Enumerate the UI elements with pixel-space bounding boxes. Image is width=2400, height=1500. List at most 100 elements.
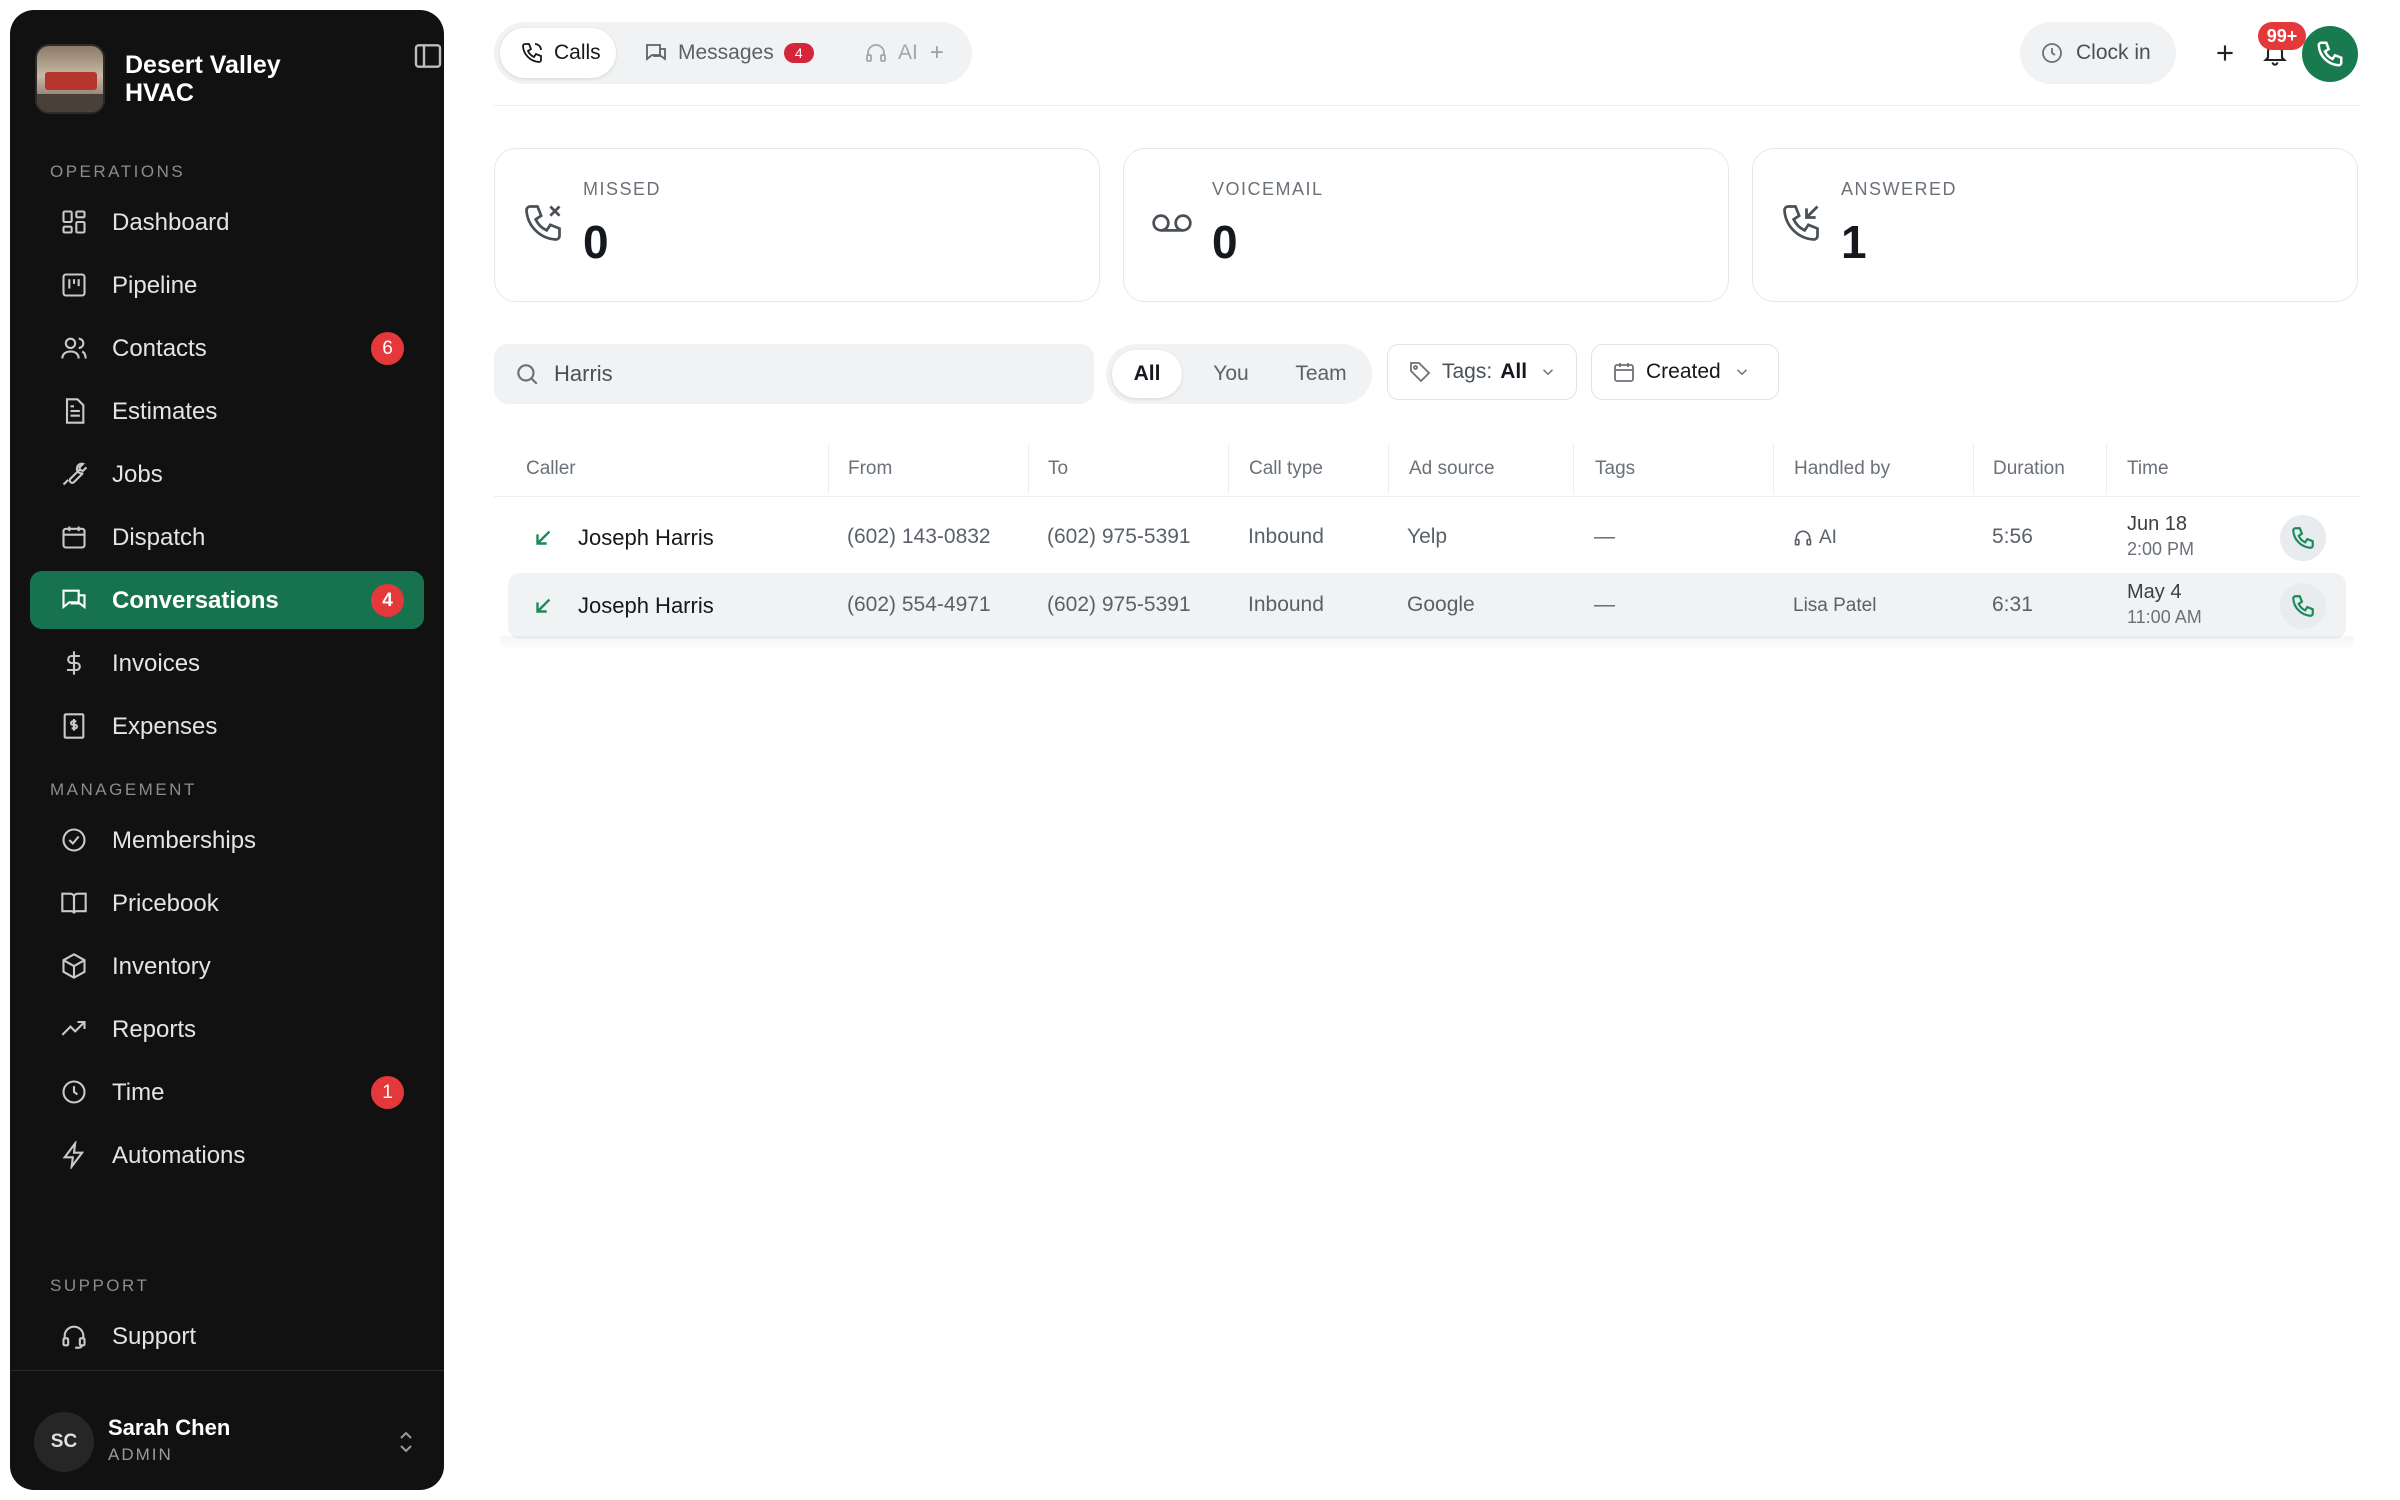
- handled-by: AI: [1793, 527, 1837, 549]
- duration: 5:56: [1992, 525, 2033, 548]
- sidebar-item-label: Invoices: [112, 650, 201, 677]
- sidebar-item-pricebook[interactable]: Pricebook: [30, 874, 424, 932]
- sidebar-item-estimates[interactable]: Estimates: [30, 382, 424, 440]
- column-header-call-type[interactable]: Call type: [1249, 458, 1323, 480]
- stat-card-answered[interactable]: ANSWERED 1: [1752, 148, 2358, 302]
- caller-name: Joseph Harris: [578, 525, 714, 550]
- stat-value: 1: [1841, 216, 1867, 268]
- user-role: ADMIN: [108, 1445, 173, 1464]
- sidebar-item-pipeline[interactable]: Pipeline: [30, 256, 424, 314]
- arrow-down-left-icon: [536, 530, 551, 545]
- column-header-to[interactable]: To: [1048, 458, 1068, 480]
- sidebar-item-dashboard[interactable]: Dashboard: [30, 193, 424, 251]
- brand[interactable]: Desert Valley HVAC: [35, 34, 425, 124]
- column-separator: [828, 444, 829, 494]
- sidebar-item-support[interactable]: Support: [30, 1307, 424, 1365]
- stat-label: ANSWERED: [1841, 179, 1958, 199]
- sidebar-item-memberships[interactable]: Memberships: [30, 811, 424, 869]
- to-number: (602) 975-5391: [1047, 593, 1191, 616]
- sidebar-item-label: Pipeline: [112, 272, 198, 299]
- column-header-from[interactable]: From: [848, 458, 892, 480]
- to-number: (602) 975-5391: [1047, 525, 1191, 548]
- tab-calls[interactable]: Calls: [500, 28, 616, 78]
- column-header-ad-source[interactable]: Ad source: [1409, 458, 1495, 480]
- stat-value: 0: [1212, 216, 1238, 268]
- stat-label: VOICEMAIL: [1212, 179, 1324, 199]
- column-separator: [1573, 444, 1574, 494]
- sidebar-item-label: Memberships: [112, 827, 257, 854]
- time-count-badge: 1: [371, 1076, 404, 1109]
- handled-by-label: AI: [1819, 527, 1837, 548]
- clock-in-button[interactable]: Clock in: [2020, 22, 2176, 84]
- stat-card-voicemail[interactable]: VOICEMAIL 0: [1123, 148, 1729, 302]
- dollar-icon: [67, 651, 81, 675]
- sidebar-item-inventory[interactable]: Inventory: [30, 937, 424, 995]
- tags-filter-label: Tags:: [1442, 360, 1493, 383]
- tab-ai[interactable]: AI +: [864, 28, 944, 78]
- column-separator: [1973, 444, 1974, 494]
- user-name[interactable]: Sarah Chen: [108, 1415, 230, 1441]
- tab-messages[interactable]: Messages 4: [644, 28, 814, 78]
- column-header-caller[interactable]: Caller: [526, 458, 576, 480]
- clock-in-label: Clock in: [2076, 41, 2151, 64]
- channel-tabs: Calls Messages 4 AI +: [494, 22, 972, 84]
- column-separator: [2106, 444, 2107, 494]
- sidebar-item-label: Automations: [112, 1142, 246, 1169]
- table-bottom-shadow: [500, 636, 2354, 652]
- business-logo: [35, 44, 105, 114]
- search-input[interactable]: [554, 361, 1074, 387]
- sidebar-item-contacts[interactable]: Contacts 6: [30, 319, 424, 377]
- arrow-down-left-icon: [536, 598, 551, 613]
- tags-value: —: [1594, 525, 1615, 548]
- call-back-button[interactable]: [2280, 583, 2326, 629]
- table-row[interactable]: Joseph Harris (602) 143-0832 (602) 975-5…: [508, 505, 2346, 571]
- sidebar-item-label: Expenses: [112, 713, 218, 740]
- grid-icon: [62, 210, 86, 234]
- scope-option-all[interactable]: All: [1112, 350, 1182, 398]
- call-back-button[interactable]: [2280, 515, 2326, 561]
- sidebar-item-label: Pricebook: [112, 890, 219, 917]
- users-icon: [61, 337, 87, 359]
- column-header-handled-by[interactable]: Handled by: [1794, 458, 1890, 480]
- sidebar-item-automations[interactable]: Automations: [30, 1126, 424, 1184]
- sidebar-item-dispatch[interactable]: Dispatch: [30, 508, 424, 566]
- sidebar-item-label: Inventory: [112, 953, 211, 980]
- tags-filter-dropdown[interactable]: Tags: All: [1387, 344, 1577, 400]
- search-icon: [517, 364, 538, 385]
- sort-dropdown[interactable]: Created: [1591, 344, 1779, 400]
- add-button[interactable]: [2194, 22, 2256, 84]
- dialer-button[interactable]: [2302, 26, 2358, 82]
- chevron-down-icon: [1736, 369, 1747, 376]
- avatar[interactable]: SC: [34, 1412, 94, 1472]
- document-icon: [65, 398, 85, 424]
- duration: 6:31: [1992, 593, 2033, 616]
- sidebar-item-time[interactable]: Time 1: [30, 1063, 424, 1121]
- column-header-tags[interactable]: Tags: [1595, 458, 1635, 480]
- phone-incoming-icon: [1783, 205, 1819, 241]
- chat-icon: [646, 44, 666, 61]
- sidebar-item-expenses[interactable]: Expenses: [30, 697, 424, 755]
- sidebar-item-label: Estimates: [112, 398, 218, 425]
- stat-card-missed[interactable]: MISSED 0: [494, 148, 1100, 302]
- headset-icon: [62, 1325, 86, 1349]
- chevron-up-down-icon[interactable]: [394, 1428, 418, 1456]
- column-separator: [1773, 444, 1774, 494]
- from-number: (602) 143-0832: [847, 525, 991, 548]
- sidebar-item-jobs[interactable]: Jobs: [30, 445, 424, 503]
- scope-option-you[interactable]: You: [1196, 350, 1266, 398]
- sidebar-toggle-icon[interactable]: [412, 40, 444, 72]
- column-header-time[interactable]: Time: [2127, 458, 2169, 480]
- sidebar-item-label: Jobs: [112, 461, 163, 488]
- contacts-count-badge: 6: [371, 332, 404, 365]
- scope-option-team[interactable]: Team: [1278, 350, 1364, 398]
- column-header-duration[interactable]: Duration: [1993, 458, 2065, 480]
- sidebar-item-label: Contacts: [112, 335, 207, 362]
- receipt-icon: [63, 713, 85, 739]
- phone-icon: [2317, 41, 2343, 67]
- table-row[interactable]: Joseph Harris (602) 554-4971 (602) 975-5…: [508, 573, 2346, 639]
- sidebar-item-label: Conversations: [112, 587, 279, 614]
- sidebar-item-conversations[interactable]: Conversations 4: [30, 571, 424, 629]
- sidebar-item-reports[interactable]: Reports: [30, 1000, 424, 1058]
- sidebar-item-invoices[interactable]: Invoices: [30, 634, 424, 692]
- kanban-icon: [62, 273, 86, 297]
